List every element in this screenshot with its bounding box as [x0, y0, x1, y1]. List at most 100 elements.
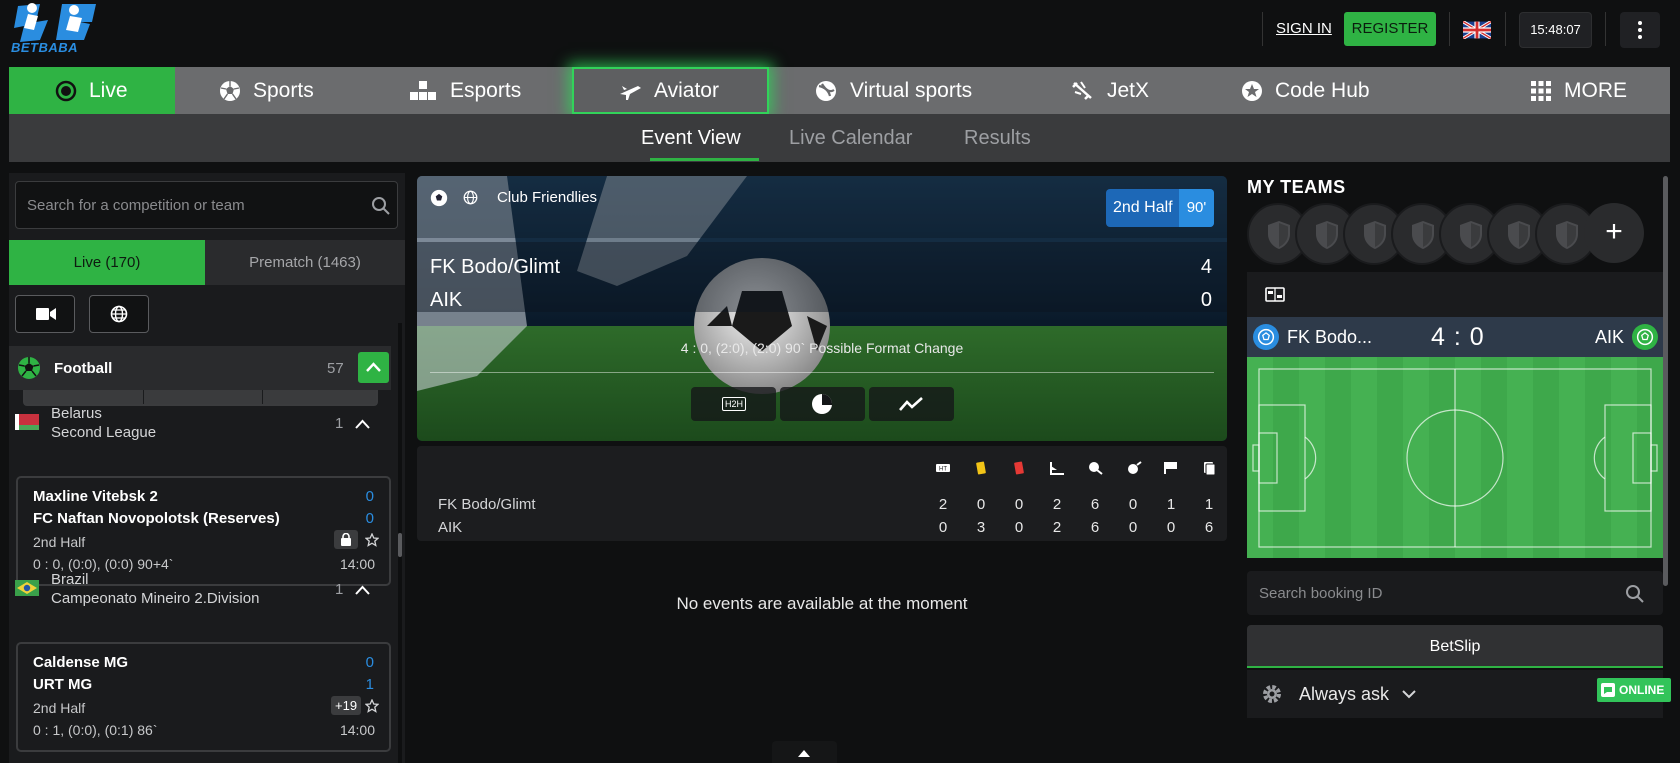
stat-value: 0 [938, 519, 948, 536]
sidebar-scroll-thumb[interactable] [398, 533, 402, 557]
add-team-button[interactable]: + [1584, 203, 1644, 263]
tab-prematch[interactable]: Prematch (1463) [205, 240, 405, 285]
league-header[interactable]: Brazil Campeonato Mineiro 2.Division 1 [9, 571, 391, 615]
competition-name: Club Friendlies [497, 189, 598, 206]
statistics-button[interactable] [780, 387, 865, 421]
away-team-score: 0 [1200, 289, 1212, 311]
score-line: 0 : 1, (0:0), (0:1) 86` [33, 722, 158, 738]
star-icon[interactable] [365, 533, 379, 547]
soccer-ball-icon [1636, 328, 1654, 346]
h2h-button[interactable]: H2H [691, 387, 776, 421]
nav-label: Live [89, 78, 128, 102]
stat-value: 1 [1166, 496, 1176, 513]
chevron-up-icon[interactable] [355, 419, 370, 429]
esports-blocks-icon [410, 80, 436, 100]
tab-results[interactable]: Results [964, 127, 1031, 150]
match-stats-table: HT FK Bodo/Glimt AIK 2 0 0 2 6 0 1 1 0 3 0 2 6 0 0 6 [417, 446, 1227, 541]
empty-state-message: No events are available at the moment [676, 594, 968, 613]
nav-label: JetX [1107, 78, 1150, 102]
nav-label: MORE [1564, 78, 1627, 102]
online-support-badge[interactable]: ONLINE [1597, 678, 1671, 702]
nav-item-virtual-sports[interactable]: Virtual sports [814, 67, 972, 114]
register-button[interactable]: REGISTER [1344, 12, 1436, 46]
match-period: 2nd Half [33, 534, 86, 550]
match-period: 2nd Half [33, 700, 86, 716]
stat-value: 0 [1128, 496, 1138, 513]
scoreboard-icon[interactable] [1265, 287, 1285, 302]
nav-item-aviator[interactable]: Aviator [618, 67, 719, 114]
search-icon[interactable] [1625, 584, 1645, 604]
nav-item-sports[interactable]: Sports [219, 67, 314, 114]
live-dot-icon [55, 80, 77, 101]
widget-away-team: AIK [1595, 327, 1625, 347]
sport-row-football[interactable]: Football 57 [9, 346, 391, 390]
nav-item-code-hub[interactable]: Code Hub [1241, 67, 1370, 114]
stats-home-team: FK Bodo/Glimt [438, 496, 536, 513]
scroll-to-top-button[interactable] [772, 741, 837, 763]
league-name: Second League [51, 424, 157, 441]
match-time: 14:00 [339, 556, 375, 572]
tab-live-calendar[interactable]: Live Calendar [789, 127, 912, 150]
stat-value: 2 [1052, 519, 1062, 536]
match-card[interactable]: Maxline Vitebsk 2 FC Naftan Novopolotsk … [16, 476, 391, 586]
odds-change-setting[interactable]: Always ask ONLINE [1247, 670, 1671, 718]
globe-filter-button[interactable] [89, 295, 149, 333]
match-time: 14:00 [339, 722, 375, 738]
virtual-sports-icon [816, 80, 836, 101]
tab-live[interactable]: Live (170) [9, 240, 205, 285]
nav-item-live[interactable]: Live [55, 67, 128, 114]
video-filter-button[interactable] [15, 295, 75, 333]
booking-placeholder: Search booking ID [1259, 585, 1383, 602]
pie-chart-icon [812, 394, 832, 414]
booking-id-search-input[interactable]: Search booking ID [1247, 571, 1663, 615]
widget-home-team: FK Bodo... [1287, 327, 1373, 347]
online-label: ONLINE [1619, 683, 1665, 697]
live-prematch-tabs: Live (170) Prematch (1463) [9, 240, 405, 285]
belarus-flag-icon [15, 414, 39, 430]
timeline-button[interactable] [869, 387, 954, 421]
away-team: FC Naftan Novopolotsk (Reserves) [33, 510, 280, 527]
odds-row-remnant [23, 390, 378, 406]
stat-value: 0 [1128, 519, 1138, 536]
trend-line-icon [899, 397, 923, 411]
nav-item-esports[interactable]: Esports [408, 67, 521, 114]
grid-icon [1531, 80, 1551, 101]
chevron-up-icon [366, 362, 381, 372]
divider [1262, 12, 1263, 46]
star-badge-icon [1242, 80, 1262, 101]
nav-label: Virtual sports [850, 78, 973, 102]
tab-event-view[interactable]: Event View [641, 127, 741, 150]
right-scrollbar[interactable] [1663, 176, 1668, 586]
star-icon[interactable] [365, 699, 379, 713]
divider [430, 372, 1214, 373]
sign-in-link[interactable]: SIGN IN [1276, 20, 1332, 37]
more-options-button[interactable] [1620, 12, 1660, 48]
locked-badge [334, 530, 358, 549]
search-icon[interactable] [371, 196, 391, 216]
chevron-up-icon[interactable] [355, 585, 370, 595]
support-logo-icon [1601, 683, 1615, 697]
uk-flag-icon[interactable] [1463, 21, 1491, 39]
logo-text: BETBABA [11, 40, 79, 55]
home-team-name: FK Bodo/Glimt [430, 256, 561, 278]
home-team-badge [1253, 324, 1279, 350]
league-country: Belarus [51, 405, 102, 422]
gear-icon [1263, 685, 1281, 703]
widget-header [1247, 272, 1663, 317]
away-score: 0 [365, 510, 374, 527]
markets-count-badge[interactable]: +19 [331, 696, 362, 715]
soccer-ball-icon [1257, 328, 1275, 346]
collapse-button[interactable] [358, 352, 389, 383]
nav-item-more[interactable]: MORE [1530, 67, 1627, 114]
nav-item-jetx[interactable]: JetX [1071, 67, 1149, 114]
top-bar: BETBABA SIGN IN REGISTER 15:48:07 [0, 0, 1680, 62]
away-team: URT MG [33, 676, 93, 693]
league-header[interactable]: Belarus Second League 1 [9, 405, 391, 449]
match-card[interactable]: Caldense MG URT MG 0 1 2nd Half 0 : 1, (… [16, 642, 391, 752]
stat-value: 0 [976, 496, 986, 513]
competition-search-input[interactable]: Search for a competition or team [15, 181, 398, 229]
stat-value: 0 [1014, 496, 1024, 513]
chevron-down-icon [1402, 690, 1416, 699]
betslip-tab[interactable]: BetSlip [1247, 625, 1663, 668]
stat-value: 3 [976, 519, 986, 536]
